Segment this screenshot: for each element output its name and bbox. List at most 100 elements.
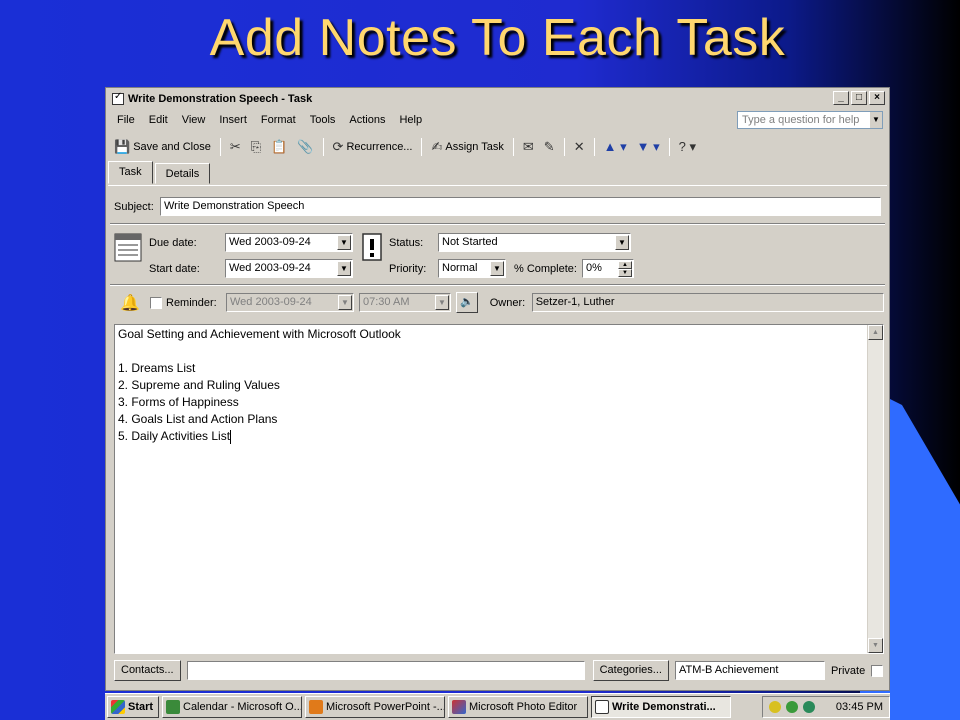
- taskbar-item-powerpoint[interactable]: Microsoft PowerPoint -...: [305, 696, 445, 718]
- floppy-icon: 💾: [114, 139, 131, 154]
- priority-select[interactable]: Normal ▼: [438, 259, 506, 278]
- toolbar-separator: [219, 138, 221, 156]
- scroll-up-icon[interactable]: ▲: [868, 325, 883, 340]
- assign-task-label: Assign Task: [445, 141, 504, 153]
- assign-task-button[interactable]: ✍ Assign Task: [427, 136, 507, 158]
- close-button[interactable]: ×: [869, 91, 885, 105]
- cut-icon[interactable]: ✂: [226, 136, 245, 158]
- reminder-sound-button[interactable]: 🔈: [456, 292, 478, 313]
- taskbar-item-label: Write Demonstrati...: [612, 701, 716, 713]
- recurrence-button[interactable]: ⟳ Recurrence...: [329, 136, 417, 158]
- chevron-down-icon[interactable]: ▼: [337, 261, 351, 276]
- copy-icon[interactable]: ⎘: [247, 136, 265, 158]
- toolbar-separator: [668, 138, 670, 156]
- status-select[interactable]: Not Started ▼: [438, 233, 631, 252]
- task-icon: [595, 700, 609, 714]
- menu-actions[interactable]: Actions: [342, 114, 392, 126]
- categories-button[interactable]: Categories...: [592, 660, 669, 681]
- toolbar-separator: [563, 138, 565, 156]
- chevron-down-icon[interactable]: ▼: [338, 295, 352, 310]
- tab-details[interactable]: Details: [154, 163, 211, 184]
- taskbar-item-calendar[interactable]: Calendar - Microsoft O...: [162, 696, 302, 718]
- menu-format[interactable]: Format: [254, 114, 303, 126]
- start-label: Start: [128, 701, 154, 713]
- percent-complete-input[interactable]: 0% ▲ ▼: [582, 259, 634, 278]
- chevron-down-icon[interactable]: ▼: [337, 235, 351, 250]
- delete-icon[interactable]: ✕: [570, 136, 589, 158]
- menu-view[interactable]: View: [175, 114, 213, 126]
- minimize-button[interactable]: _: [833, 91, 849, 105]
- start-date-select[interactable]: Wed 2003-09-24 ▼: [225, 259, 353, 278]
- paste-icon[interactable]: 📋: [267, 136, 291, 158]
- subject-input[interactable]: Write Demonstration Speech: [160, 197, 881, 216]
- maximize-button[interactable]: □: [851, 91, 867, 105]
- taskbar-item-task[interactable]: Write Demonstrati...: [591, 696, 731, 718]
- task-window: Write Demonstration Speech - Task _ □ × …: [105, 87, 890, 691]
- sync-tray-icon[interactable]: [803, 701, 815, 713]
- taskbar-item-photo-editor[interactable]: Microsoft Photo Editor: [448, 696, 588, 718]
- previous-item-icon[interactable]: ▲ ▾: [600, 136, 631, 158]
- tab-strip: Task Details: [108, 161, 212, 185]
- toolbar: 💾 Save and Close ✂ ⎘ 📋 📎 ⟳ Recurrence...…: [110, 135, 700, 159]
- divider: [110, 284, 885, 286]
- window-titlebar[interactable]: Write Demonstration Speech - Task _ □ ×: [108, 90, 887, 108]
- divider: [110, 223, 885, 225]
- chevron-down-icon[interactable]: ▼: [490, 261, 504, 276]
- notes-line: 2. Supreme and Ruling Values: [118, 378, 280, 392]
- tab-task[interactable]: Task: [108, 161, 153, 184]
- task-panel: Subject: Write Demonstration Speech Due …: [108, 185, 887, 688]
- mark-complete-icon[interactable]: ✎: [540, 136, 559, 158]
- status-value: Not Started: [442, 236, 498, 248]
- due-date-select[interactable]: Wed 2003-09-24 ▼: [225, 233, 353, 252]
- reminder-checkbox[interactable]: [150, 296, 162, 309]
- menu-edit[interactable]: Edit: [142, 114, 175, 126]
- reminder-date-value: Wed 2003-09-24: [230, 296, 312, 308]
- chevron-down-icon[interactable]: ▼: [615, 235, 629, 250]
- notes-textarea[interactable]: Goal Setting and Achievement with Micros…: [114, 324, 884, 654]
- start-button[interactable]: Start: [107, 696, 159, 718]
- reminder-date-select[interactable]: Wed 2003-09-24 ▼: [226, 293, 354, 312]
- taskbar-item-label: Microsoft PowerPoint -...: [326, 701, 445, 713]
- help-search-input[interactable]: Type a question for help ▼: [737, 111, 883, 129]
- menu-file[interactable]: File: [110, 114, 142, 126]
- network-tray-icon[interactable]: [786, 701, 798, 713]
- toolbar-separator: [512, 138, 514, 156]
- private-checkbox[interactable]: [871, 664, 884, 677]
- notes-scrollbar[interactable]: ▲ ▼: [867, 325, 883, 653]
- chevron-down-icon[interactable]: ▼: [435, 295, 449, 310]
- menu-tools[interactable]: Tools: [303, 114, 343, 126]
- percent-complete-label: % Complete:: [514, 262, 577, 275]
- percent-complete-value: 0%: [586, 262, 602, 274]
- start-date-label: Start date:: [149, 262, 200, 275]
- slide-title: Add Notes To Each Task: [209, 9, 786, 67]
- spinner-icon[interactable]: ▲: [618, 261, 632, 269]
- chevron-down-icon[interactable]: ▼: [870, 112, 882, 128]
- categories-input[interactable]: ATM-B Achievement: [674, 661, 825, 680]
- scroll-down-icon[interactable]: ▼: [868, 638, 883, 653]
- send-status-icon[interactable]: ✉: [519, 136, 538, 158]
- menu-insert[interactable]: Insert: [212, 114, 254, 126]
- volume-tray-icon[interactable]: [769, 701, 781, 713]
- reminder-label: Reminder:: [166, 296, 217, 309]
- attach-icon[interactable]: 📎: [293, 136, 317, 158]
- contacts-button[interactable]: Contacts...: [114, 660, 181, 681]
- spinner-icon[interactable]: ▼: [618, 269, 632, 277]
- due-date-label: Due date:: [149, 236, 197, 249]
- save-close-button[interactable]: 💾 Save and Close: [110, 136, 215, 158]
- notes-last-line: 5. Daily Activities List: [118, 429, 231, 443]
- contacts-input[interactable]: [186, 661, 585, 680]
- outlook-calendar-icon: [166, 700, 180, 714]
- notes-line: 4. Goals List and Action Plans: [118, 412, 278, 426]
- reminder-time-value: 07:30 AM: [363, 296, 410, 308]
- next-item-icon[interactable]: ▼ ▾: [633, 136, 664, 158]
- private-label: Private: [830, 664, 866, 677]
- help-icon[interactable]: ? ▾: [675, 136, 700, 158]
- reminder-time-select[interactable]: 07:30 AM ▼: [359, 293, 451, 312]
- start-date-value: Wed 2003-09-24: [229, 262, 311, 274]
- clock[interactable]: 03:45 PM: [836, 701, 883, 713]
- menu-help[interactable]: Help: [392, 114, 429, 126]
- priority-label: Priority:: [389, 262, 427, 275]
- notes-line: Goal Setting and Achievement with Micros…: [118, 327, 401, 341]
- notes-line: 3. Forms of Happiness: [118, 395, 239, 409]
- windows-logo-icon: [111, 700, 125, 714]
